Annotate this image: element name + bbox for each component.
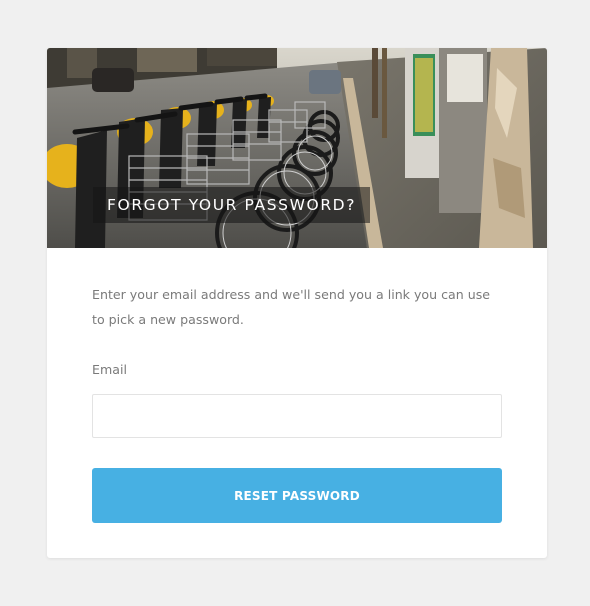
forgot-password-card: FORGOT YOUR PASSWORD? Enter your email a… [47,48,547,558]
email-label: Email [92,362,127,377]
reset-password-button[interactable]: RESET PASSWORD [92,468,502,523]
page-title: FORGOT YOUR PASSWORD? [93,187,371,223]
email-field[interactable] [92,394,502,438]
hero-banner: FORGOT YOUR PASSWORD? [47,48,547,248]
instructions-text: Enter your email address and we'll send … [92,287,491,327]
